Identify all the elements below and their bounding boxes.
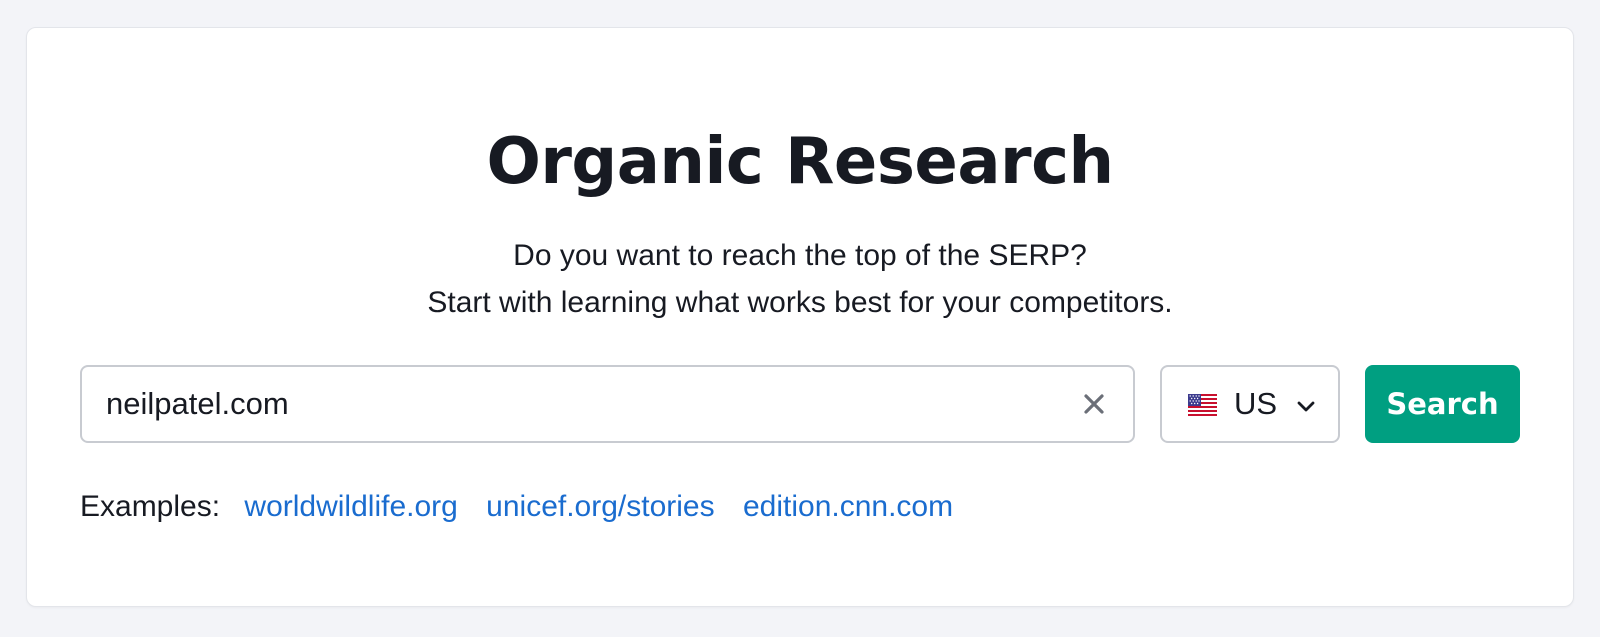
example-link-cnn[interactable]: edition.cnn.com — [743, 490, 953, 523]
example-link-worldwildlife[interactable]: worldwildlife.org — [244, 490, 457, 523]
domain-search-input[interactable] — [106, 367, 1056, 441]
domain-search-field[interactable] — [80, 365, 1135, 443]
chevron-down-icon — [1297, 401, 1315, 412]
us-flag-icon — [1188, 394, 1217, 416]
clear-button[interactable] — [1077, 387, 1111, 421]
examples-label: Examples: — [80, 490, 221, 523]
page-subtitle: Do you want to reach the top of the SERP… — [27, 232, 1573, 326]
page-title: Organic Research — [486, 125, 1114, 199]
database-select[interactable]: US — [1160, 365, 1340, 443]
database-label: US — [1234, 386, 1278, 421]
close-icon — [1084, 394, 1104, 414]
subtitle-line-1: Do you want to reach the top of the SERP… — [513, 239, 1087, 272]
examples-row: Examples: worldwildlife.org unicef.org/s… — [80, 485, 973, 529]
search-button[interactable]: Search — [1365, 365, 1520, 443]
example-link-unicef[interactable]: unicef.org/stories — [486, 490, 714, 523]
subtitle-line-2: Start with learning what works best for … — [427, 286, 1173, 319]
